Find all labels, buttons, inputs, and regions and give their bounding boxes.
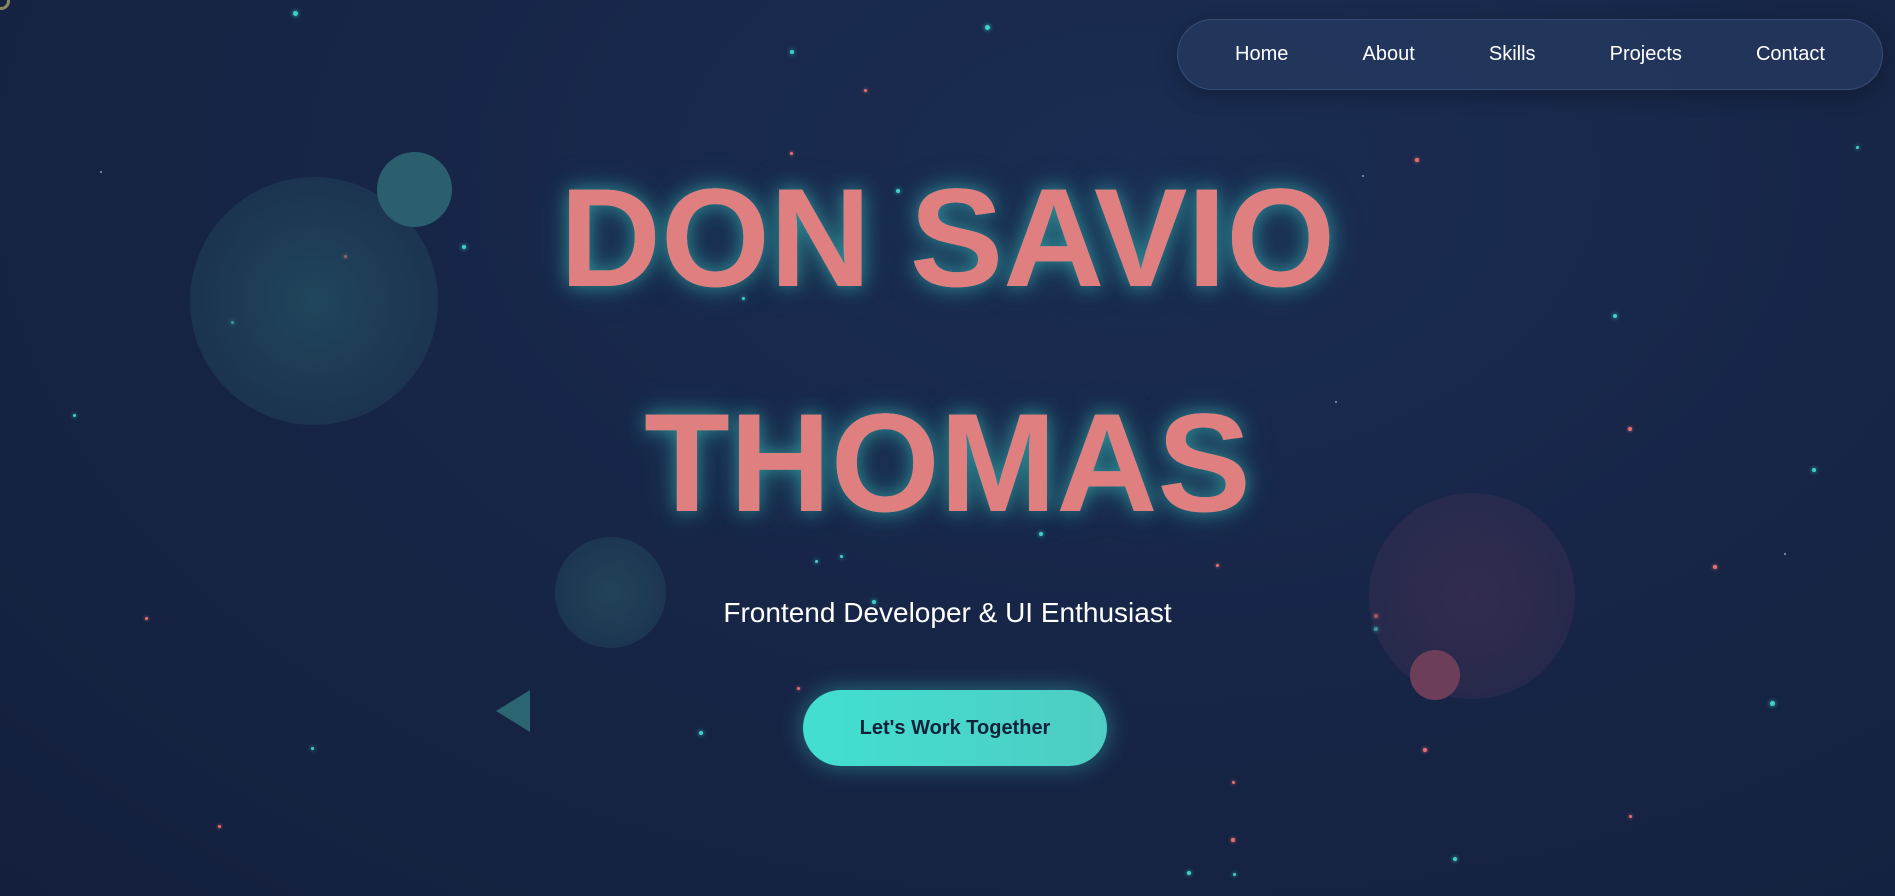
decorative-bubble xyxy=(555,537,666,648)
nav-link-home[interactable]: Home xyxy=(1235,43,1288,66)
hero-name-text: DON SAVIO xyxy=(559,159,1336,316)
nav-link-contact[interactable]: Contact xyxy=(1756,43,1825,66)
work-together-button[interactable]: Let's Work Together xyxy=(803,690,1107,766)
star xyxy=(1713,565,1717,569)
star xyxy=(815,560,818,563)
star xyxy=(840,555,843,558)
star xyxy=(1784,553,1786,555)
star xyxy=(699,731,703,735)
hero-name-first-line: DON SAVIO xyxy=(0,168,1895,308)
star xyxy=(293,11,298,16)
star xyxy=(1415,158,1419,162)
hero-subtitle: Frontend Developer & UI Enthusiast xyxy=(723,597,1172,628)
star xyxy=(218,825,221,828)
star xyxy=(1770,701,1775,706)
star xyxy=(1231,838,1235,842)
star xyxy=(797,687,800,690)
nav-link-about[interactable]: About xyxy=(1363,43,1415,66)
hero-name-text: THOMAS xyxy=(644,384,1251,541)
star xyxy=(1216,564,1219,567)
star xyxy=(1423,748,1427,752)
star xyxy=(311,747,314,750)
star xyxy=(1232,781,1235,784)
star xyxy=(1233,873,1236,876)
hero-name-second-line: THOMAS xyxy=(0,393,1895,533)
star xyxy=(790,50,794,54)
star xyxy=(864,89,867,92)
main-navigation: Home About Skills Projects Contact xyxy=(1177,19,1883,90)
star xyxy=(1453,857,1457,861)
star xyxy=(1613,314,1617,318)
decorative-triangle-icon xyxy=(496,690,530,732)
star xyxy=(1856,146,1859,149)
star xyxy=(1629,815,1632,818)
nav-link-projects[interactable]: Projects xyxy=(1610,43,1682,66)
decorative-bubble xyxy=(1410,650,1460,700)
star xyxy=(985,25,990,30)
star xyxy=(1187,871,1191,875)
nav-link-skills[interactable]: Skills xyxy=(1489,43,1536,66)
star xyxy=(790,152,793,155)
